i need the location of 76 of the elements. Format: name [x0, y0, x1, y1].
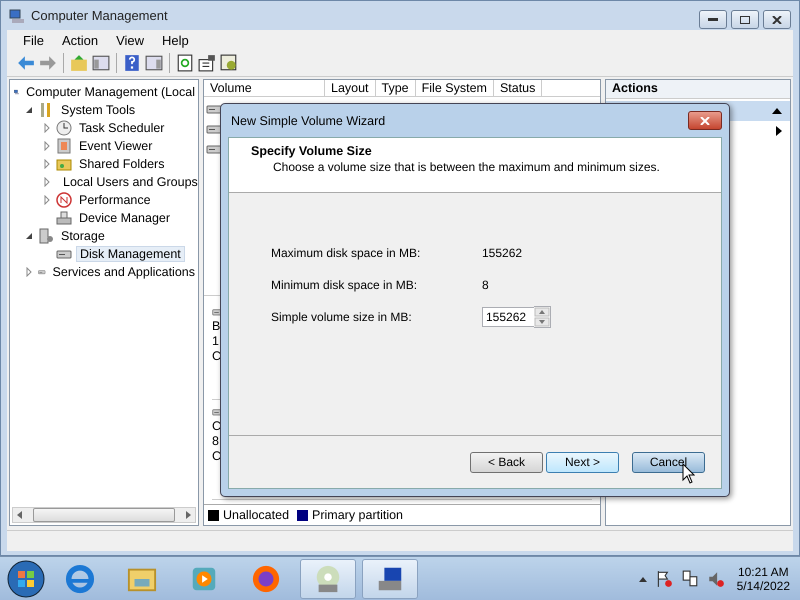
maximize-button[interactable]: [731, 10, 759, 29]
wizard-taskbar-button[interactable]: [300, 559, 356, 599]
column-header[interactable]: Volume: [204, 80, 325, 96]
more-actions-icon[interactable]: [776, 126, 782, 136]
tree-node-icon: [56, 138, 72, 154]
menu-item[interactable]: File: [15, 32, 52, 48]
tree-node-icon: [56, 120, 72, 136]
tree-item[interactable]: Services and Applications: [50, 265, 198, 279]
tree-item[interactable]: Event Viewer: [76, 139, 156, 153]
tree-item[interactable]: Storage: [58, 229, 108, 243]
help-icon[interactable]: [123, 54, 141, 72]
speaker-icon[interactable]: [706, 570, 725, 588]
maximize-icon: [740, 16, 750, 24]
tree-item[interactable]: Disk Management: [76, 246, 185, 262]
tree-item[interactable]: Performance: [76, 193, 154, 207]
column-header[interactable]: Type: [376, 80, 416, 96]
collapse-icon: [772, 108, 782, 114]
globe-icon: [65, 564, 95, 594]
expander-icon[interactable]: [24, 231, 34, 241]
show-hidden-icons-icon[interactable]: [638, 576, 647, 582]
close-button[interactable]: [688, 111, 722, 130]
pane-toggle-icon[interactable]: [145, 54, 163, 72]
menu-item[interactable]: Action: [54, 32, 106, 48]
dialog-title: New Simple Volume Wizard: [231, 114, 386, 128]
disk-label: 8: [212, 434, 219, 448]
clock-date[interactable]: 5/14/2022: [736, 579, 790, 593]
start-button[interactable]: [6, 559, 46, 599]
disk-label: C: [212, 349, 222, 363]
tree-item[interactable]: Device Manager: [76, 211, 174, 225]
menu-item[interactable]: Help: [154, 32, 197, 48]
tree-item[interactable]: System Tools: [58, 103, 138, 117]
properties-icon[interactable]: [198, 54, 216, 72]
disk-label: C: [212, 419, 222, 433]
tree-item[interactable]: Computer Management (Local: [23, 85, 198, 99]
window-title: Computer Management: [31, 8, 169, 23]
wizard-button[interactable]: Cancel: [632, 452, 705, 472]
tree-node-icon: [56, 192, 72, 208]
actions-header: Actions: [606, 80, 790, 99]
tree-item[interactable]: Shared Folders: [76, 157, 168, 171]
expander-icon[interactable]: [24, 105, 34, 115]
field-label: Minimum disk space in MB:: [271, 278, 418, 292]
menu-item[interactable]: View: [108, 32, 152, 48]
field-label: Maximum disk space in MB:: [271, 246, 422, 260]
tree-item[interactable]: Task Scheduler: [76, 121, 168, 135]
column-header[interactable]: File System: [416, 80, 494, 96]
close-icon: [772, 16, 782, 24]
close-icon: [700, 116, 710, 124]
wizard-button[interactable]: < Back: [470, 452, 543, 472]
column-header[interactable]: Layout: [325, 80, 376, 96]
network-icon[interactable]: [680, 570, 699, 588]
computer-icon: [9, 8, 25, 24]
minimize-icon: [708, 18, 718, 22]
legend-label: Primary partition: [312, 508, 404, 522]
step-description: Choose a volume size that is between the maximum and minimum sizes.: [272, 160, 661, 174]
column-header[interactable]: Status: [494, 80, 542, 96]
field-value: 155262: [482, 246, 522, 260]
field-label: Simple volume size in MB:: [271, 310, 413, 324]
back-arrow-icon[interactable]: [17, 54, 35, 72]
clock-time[interactable]: 10:21 AM: [738, 565, 789, 579]
computer-management-taskbar-button[interactable]: [362, 559, 418, 599]
field-value: 8: [482, 278, 489, 292]
close-button[interactable]: [763, 10, 791, 29]
fox-globe-icon: [251, 564, 281, 594]
disk-label: 1: [212, 334, 219, 348]
legend-label: Unallocated: [223, 508, 290, 522]
step-heading: Specify Volume Size: [251, 144, 373, 158]
tree-item[interactable]: Local Users and Groups: [60, 175, 201, 189]
disk-label: B: [212, 319, 220, 333]
scroll-bar[interactable]: [12, 507, 196, 523]
refresh-icon[interactable]: [176, 54, 194, 72]
tree-node-icon: [38, 228, 54, 244]
minimize-button[interactable]: [699, 10, 727, 29]
tree-node-icon: [56, 210, 72, 226]
wizard-button[interactable]: Next >: [546, 452, 619, 472]
pane-toggle-icon[interactable]: [92, 54, 110, 72]
disk-label: C: [212, 449, 222, 463]
